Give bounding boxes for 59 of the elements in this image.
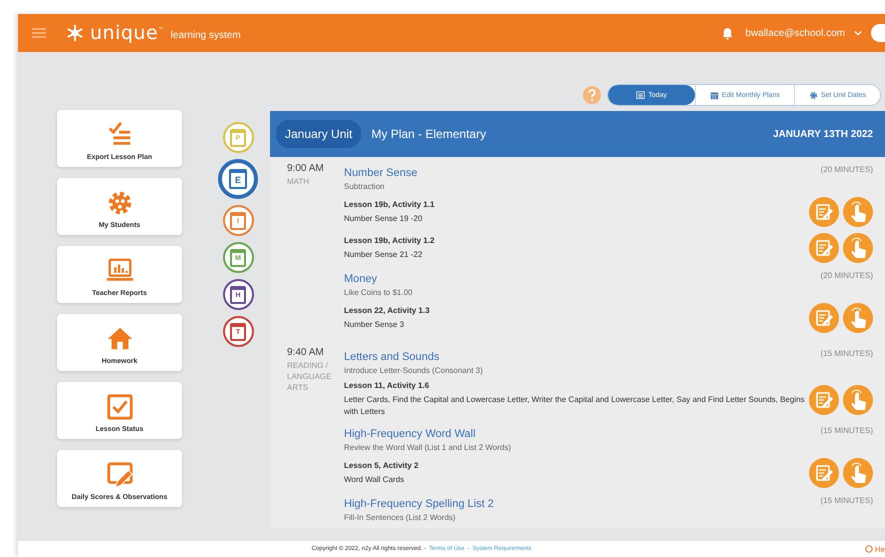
gear-icon xyxy=(808,90,818,100)
help-link[interactable]: He xyxy=(864,544,885,554)
subject-label: READING / LANGUAGE ARTS xyxy=(287,360,332,393)
topic-link[interactable]: High-Frequency Spelling List 2 xyxy=(344,498,494,510)
topic-subtitle: Introduce Letter-Sounds (Consonant 3) xyxy=(344,366,484,375)
lesson-title: Lesson 11, Activity 1.6 xyxy=(344,381,430,390)
topic-subtitle: Subtraction xyxy=(344,182,386,191)
calendar-icon xyxy=(710,90,719,100)
topic-link[interactable]: High-Frequency Word Wall xyxy=(344,428,476,440)
topic-subtitle: Review the Word Wall (List 1 and List 2 Words) xyxy=(344,443,512,452)
lesson-detail: Word Wall Cards xyxy=(344,474,406,486)
checkbox-icon xyxy=(106,393,134,421)
topic-link[interactable]: Letters and Sounds xyxy=(344,351,440,363)
plan-title: My Plan - Elementary xyxy=(371,127,486,141)
duration-label: (20 MINUTES) xyxy=(820,271,873,280)
plan-date: JANUARY 13TH 2022 xyxy=(772,128,873,140)
lesson-detail: Number Sense 19 -20 xyxy=(344,212,424,224)
help-icon[interactable] xyxy=(583,86,602,104)
hand-pointer-icon[interactable] xyxy=(843,303,873,333)
duration-label: (15 MINUTES) xyxy=(820,496,873,505)
topic-subtitle: Fill-In Sentences (List 2 Words) xyxy=(344,513,456,522)
duration-label: (15 MINUTES) xyxy=(820,349,873,358)
time-label: 9:00 AM xyxy=(287,163,325,174)
hand-pointer-icon[interactable] xyxy=(843,458,873,488)
topic-link[interactable]: Number Sense xyxy=(344,167,418,179)
notepad-pencil-icon[interactable] xyxy=(809,233,839,263)
lesson-detail: Number Sense 3 xyxy=(344,318,406,330)
chevron-down-icon[interactable] xyxy=(854,30,862,36)
snowflake-icon xyxy=(66,24,84,42)
brand-tagline: learning system xyxy=(170,30,241,41)
hand-pointer-icon[interactable] xyxy=(843,384,873,414)
list-icon xyxy=(636,90,646,100)
lesson-title: Lesson 22, Activity 1.3 xyxy=(344,306,431,314)
notepad-pencil-icon[interactable] xyxy=(809,384,839,414)
menu-icon[interactable] xyxy=(32,28,46,38)
lesson-title: Lesson 5, Activity 2 xyxy=(344,460,420,470)
avatar[interactable] xyxy=(871,24,885,42)
lesson-detail: Number Sense 21 -22 xyxy=(344,248,424,260)
topic-subtitle: Like Coins to $1.00 xyxy=(344,288,414,297)
lesson-detail: Letter Cards, Find the Capital and Lowercase Letter, Writer the Capital and Lowercase Letter, Say and Find Letter Sounds, Begins with Letters xyxy=(344,394,805,418)
subject-label: MATH xyxy=(287,176,310,187)
lesson-title: Lesson 19b, Activity 1.1 xyxy=(344,200,436,208)
duration-label: (15 MINUTES) xyxy=(820,426,873,435)
lesson-title: Lesson 19b, Activity 1.2 xyxy=(344,236,436,244)
time-label: 9:40 AM xyxy=(287,347,325,358)
hand-pointer-icon[interactable] xyxy=(843,197,873,227)
hand-pointer-icon[interactable] xyxy=(843,233,873,263)
brand-name: unique$^{™}$ xyxy=(90,22,165,44)
circle-icon xyxy=(864,545,873,553)
unit-button[interactable]: January Unit xyxy=(276,120,362,148)
level-button[interactable]: E xyxy=(218,159,258,199)
notepad-pencil-icon[interactable] xyxy=(809,197,839,227)
bell-icon[interactable] xyxy=(722,26,734,40)
notepad-pencil-icon[interactable] xyxy=(809,303,839,333)
tablet-icon xyxy=(106,461,134,489)
topic-link[interactable]: Money xyxy=(344,273,378,285)
notepad-pencil-icon[interactable] xyxy=(809,458,839,488)
user-email[interactable]: bwallace@school.com xyxy=(745,28,845,38)
duration-label: (20 MINUTES) xyxy=(820,165,873,174)
